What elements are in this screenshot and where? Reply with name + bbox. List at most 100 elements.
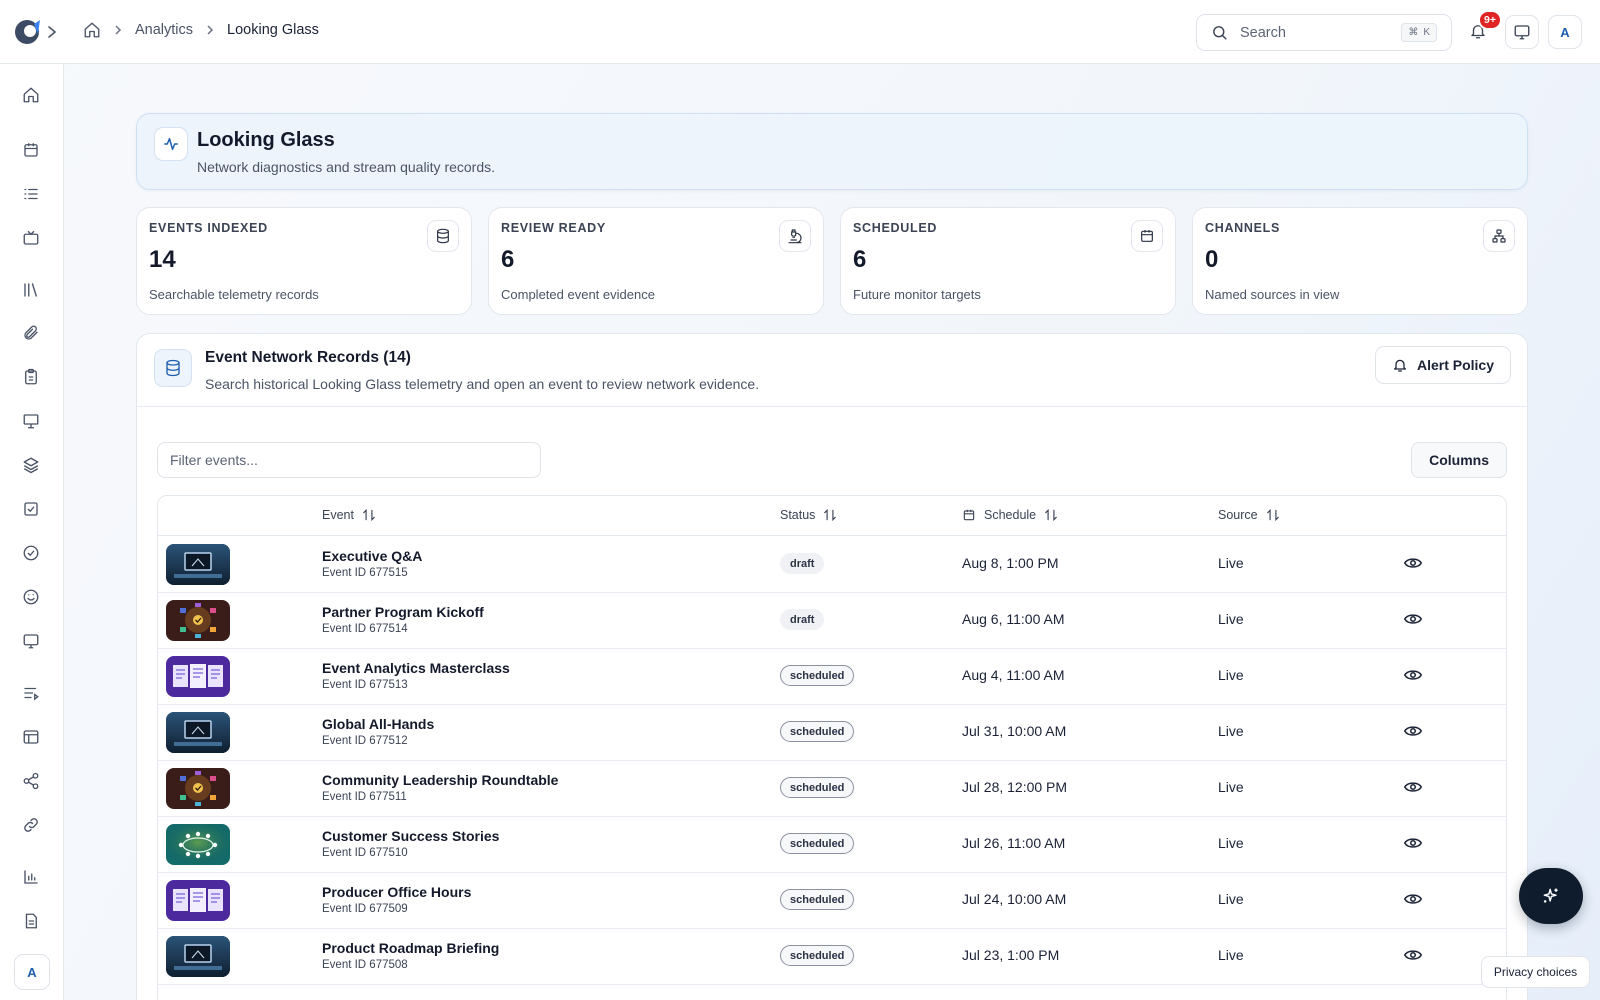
status-badge: scheduled xyxy=(780,833,855,854)
view-eye-icon[interactable] xyxy=(1404,612,1422,626)
notification-badge: 9+ xyxy=(1478,10,1502,30)
ai-assistant-button[interactable] xyxy=(1519,868,1583,924)
event-schedule: Jul 31, 10:00 AM xyxy=(962,723,1067,739)
records-title: Event Network Records (14) xyxy=(205,349,411,366)
column-header-source[interactable]: Source xyxy=(1218,508,1280,522)
column-header-event[interactable]: Event xyxy=(322,508,376,522)
records-subtitle: Search historical Looking Glass telemetr… xyxy=(205,376,760,392)
display-button[interactable] xyxy=(1505,15,1539,49)
bar-chart-icon[interactable] xyxy=(22,868,42,888)
event-schedule: Aug 6, 11:00 AM xyxy=(962,611,1065,627)
home-icon[interactable] xyxy=(22,86,42,106)
table-row[interactable]: Event Analytics Masterclass Event ID 6775… xyxy=(158,648,1506,705)
link-icon[interactable] xyxy=(22,816,42,836)
chevron-right-icon xyxy=(205,24,215,36)
stat-subtext: Searchable telemetry records xyxy=(149,287,319,302)
status-badge: scheduled xyxy=(780,945,855,966)
view-eye-icon[interactable] xyxy=(1404,836,1422,850)
table-row[interactable]: Product Roadmap Briefing Event ID 677508 s… xyxy=(158,928,1506,985)
event-schedule: Jul 26, 11:00 AM xyxy=(962,835,1066,851)
layers-icon[interactable] xyxy=(22,456,42,476)
monitor-icon xyxy=(1513,23,1531,41)
stat-card-scheduled: SCHEDULED 6 Future monitor targets xyxy=(840,207,1176,315)
paperclip-icon[interactable] xyxy=(22,324,42,344)
event-id: Event ID 677515 xyxy=(322,567,408,579)
view-eye-icon[interactable] xyxy=(1404,668,1422,682)
event-name[interactable]: Executive Q&A xyxy=(322,548,422,564)
status-badge: scheduled xyxy=(780,721,855,742)
event-schedule: Jul 24, 10:00 AM xyxy=(962,891,1067,907)
sort-icon[interactable] xyxy=(362,508,376,522)
view-eye-icon[interactable] xyxy=(1404,892,1422,906)
stat-card-channels: CHANNELS 0 Named sources in view xyxy=(1192,207,1528,315)
event-name[interactable]: Product Roadmap Briefing xyxy=(322,940,499,956)
share-icon[interactable] xyxy=(22,772,42,792)
event-source: Live xyxy=(1218,947,1244,963)
desktop-icon[interactable] xyxy=(22,632,42,652)
clipboard-icon[interactable] xyxy=(22,368,42,388)
columns-button[interactable]: Columns xyxy=(1411,442,1507,478)
table-row[interactable]: Global All-Hands Event ID 677512 scheduled… xyxy=(158,704,1506,761)
event-name[interactable]: Community Leadership Roundtable xyxy=(322,772,558,788)
view-eye-icon[interactable] xyxy=(1404,724,1422,738)
records-header: Event Network Records (14) Search histor… xyxy=(137,334,1527,407)
sort-icon[interactable] xyxy=(1044,508,1058,522)
calendar-icon xyxy=(1131,220,1163,252)
view-eye-icon[interactable] xyxy=(1404,948,1422,962)
home-icon[interactable] xyxy=(83,21,101,39)
smile-icon[interactable] xyxy=(22,588,42,608)
sort-icon[interactable] xyxy=(823,508,837,522)
event-name[interactable]: Producer Office Hours xyxy=(322,884,471,900)
search-box[interactable]: Search ⌘ K xyxy=(1196,14,1452,51)
stat-value: 0 xyxy=(1205,246,1219,273)
column-header-schedule[interactable]: Schedule xyxy=(962,508,1058,522)
filter-events-input[interactable] xyxy=(157,442,541,478)
network-icon xyxy=(1483,220,1515,252)
calendar-icon xyxy=(962,508,976,522)
playlist-icon[interactable] xyxy=(22,684,42,704)
stat-subtext: Completed event evidence xyxy=(501,287,655,302)
library-icon[interactable] xyxy=(22,281,42,301)
alert-policy-button[interactable]: Alert Policy xyxy=(1374,346,1511,384)
sparkles-icon xyxy=(1541,886,1561,906)
column-header-status[interactable]: Status xyxy=(780,508,837,522)
event-name[interactable]: Event Analytics Masterclass xyxy=(322,660,510,676)
checklist-icon[interactable] xyxy=(22,500,42,520)
event-name[interactable]: Partner Program Kickoff xyxy=(322,604,484,620)
sort-icon[interactable] xyxy=(1266,508,1280,522)
brand-logo[interactable] xyxy=(14,18,42,46)
top-bar: Analytics Looking Glass Search ⌘ K 9+ A xyxy=(0,0,1600,64)
presentation-icon[interactable] xyxy=(22,412,42,432)
view-eye-icon[interactable] xyxy=(1404,780,1422,794)
check-circle-icon[interactable] xyxy=(22,544,42,564)
event-source: Live xyxy=(1218,611,1244,627)
privacy-choices-button[interactable]: Privacy choices xyxy=(1481,956,1590,988)
calendar-icon[interactable] xyxy=(22,141,42,161)
event-thumbnail xyxy=(166,600,230,641)
table-row[interactable]: Partner Program Kickoff Event ID 677514 dr… xyxy=(158,592,1506,649)
event-name[interactable]: Customer Success Stories xyxy=(322,828,499,844)
stat-card-events-indexed: EVENTS INDEXED 14 Searchable telemetry r… xyxy=(136,207,472,315)
stat-subtext: Future monitor targets xyxy=(853,287,981,302)
event-id: Event ID 677514 xyxy=(322,623,408,635)
shortcut-hint: ⌘ K xyxy=(1401,23,1437,42)
list-icon[interactable] xyxy=(22,185,42,205)
stat-label: CHANNELS xyxy=(1205,221,1281,235)
table-row[interactable]: Executive Q&A Event ID 677515 draft Aug 8, … xyxy=(158,536,1506,593)
table-row[interactable]: Customer Success Stories Event ID 677510 s… xyxy=(158,816,1506,873)
page-title: Looking Glass xyxy=(197,129,335,151)
document-icon[interactable] xyxy=(22,912,42,932)
breadcrumb-analytics[interactable]: Analytics xyxy=(135,22,193,38)
layout-icon[interactable] xyxy=(22,728,42,748)
tv-icon[interactable] xyxy=(22,229,42,249)
user-avatar-button[interactable]: A xyxy=(1548,15,1582,49)
command-key-icon: ⌘ xyxy=(1408,27,1419,38)
event-source: Live xyxy=(1218,779,1244,795)
view-eye-icon[interactable] xyxy=(1404,556,1422,570)
expand-sidebar-chevron-icon[interactable] xyxy=(46,25,58,39)
table-row[interactable]: Producer Office Hours Event ID 677509 sche… xyxy=(158,872,1506,929)
event-name[interactable]: Global All-Hands xyxy=(322,716,434,732)
sidebar-user-avatar[interactable]: A xyxy=(14,954,50,990)
table-row[interactable]: Community Leadership Roundtable Event ID … xyxy=(158,760,1506,817)
stat-label: SCHEDULED xyxy=(853,221,938,235)
